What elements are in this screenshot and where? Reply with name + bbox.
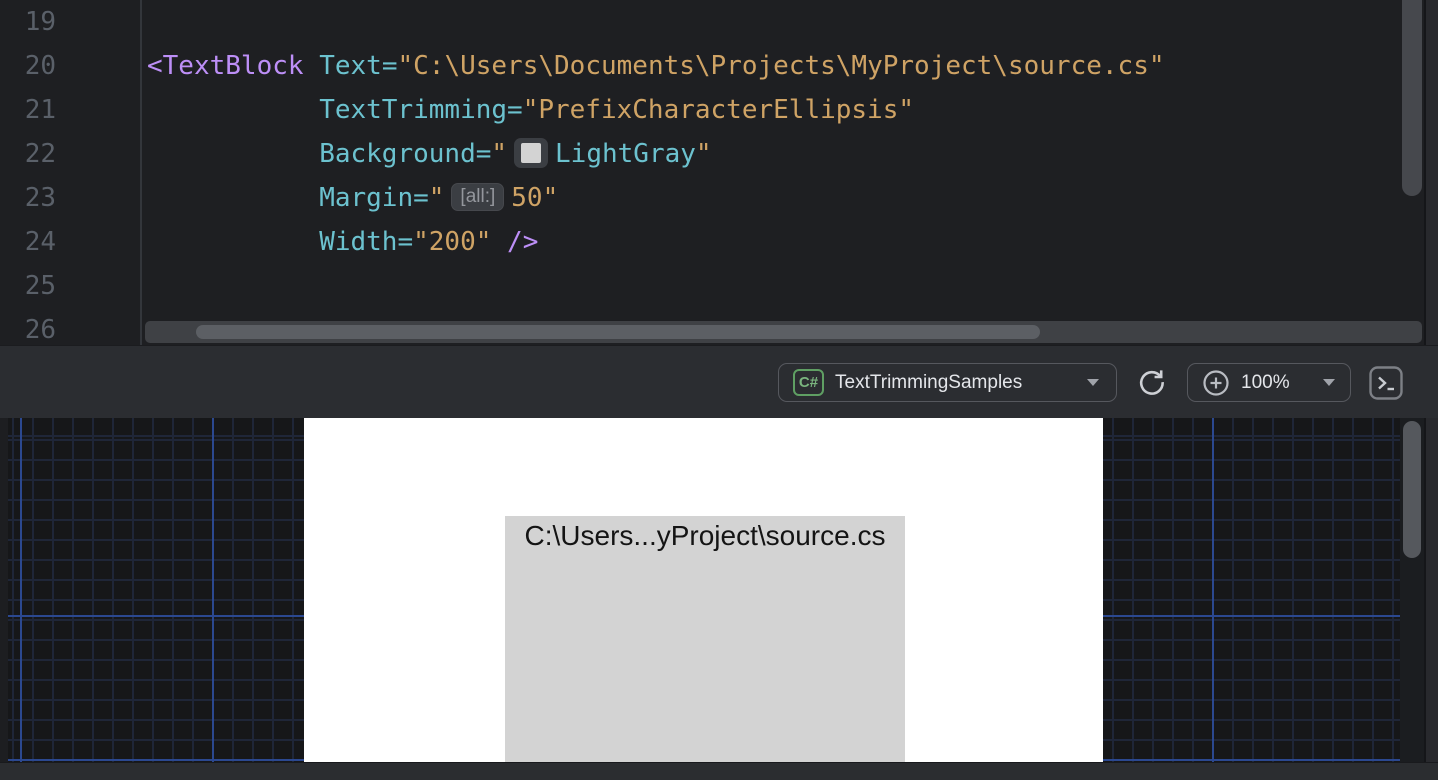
design-preview-area: C:\Users...yProject\source.cs <box>0 418 1438 762</box>
line-number[interactable]: 21 <box>0 88 56 132</box>
refresh-icon <box>1137 368 1167 398</box>
token-plain <box>491 227 507 257</box>
run-configuration-dropdown[interactable]: C# TextTrimmingSamples <box>778 363 1117 402</box>
code-text: TextTrimming="PrefixCharacterEllipsis" <box>147 88 914 132</box>
token-plain <box>147 139 319 169</box>
code-text: Width="200" /> <box>147 220 538 264</box>
line-number[interactable]: 26 <box>0 308 56 345</box>
token-tag: /> <box>507 227 538 257</box>
line-number[interactable]: 20 <box>0 44 56 88</box>
code-line[interactable]: 19 <box>0 0 1438 44</box>
refresh-preview-button[interactable] <box>1134 366 1170 400</box>
token-plain <box>147 227 319 257</box>
color-preview-swatch-icon[interactable] <box>514 138 548 168</box>
csharp-project-icon: C# <box>793 369 824 396</box>
terminal-icon <box>1369 366 1403 400</box>
chevron-down-icon <box>1322 378 1336 387</box>
token-tag: <TextBlock <box>147 51 304 81</box>
ide-window: 1920 <TextBlock Text="C:\Users\Documents\… <box>0 0 1438 780</box>
code-line[interactable]: 20 <TextBlock Text="C:\Users\Documents\Pr… <box>0 44 1438 88</box>
line-number[interactable]: 23 <box>0 176 56 220</box>
preview-toolbar: C# TextTrimmingSamples 100% <box>0 345 1438 418</box>
token-str: "PrefixCharacterEllipsis" <box>523 95 914 125</box>
line-number[interactable]: 22 <box>0 132 56 176</box>
chevron-down-icon <box>1086 378 1100 387</box>
token-plain <box>147 183 319 213</box>
code-text: Margin="[all:]50" <box>147 176 558 220</box>
inlay-hint: [all:] <box>451 183 504 211</box>
run-configuration-label: TextTrimmingSamples <box>835 372 1022 394</box>
token-str: " <box>429 183 445 213</box>
line-number[interactable]: 25 <box>0 264 56 308</box>
editor-horizontal-scrollbar-thumb[interactable] <box>196 325 1040 339</box>
zoom-level-dropdown[interactable]: 100% <box>1187 363 1351 402</box>
design-canvas: C:\Users...yProject\source.cs <box>304 418 1103 762</box>
terminal-button[interactable] <box>1369 366 1403 400</box>
code-line[interactable]: 22 Background="LightGray" <box>0 132 1438 176</box>
code-line[interactable]: 25 <box>0 264 1438 308</box>
token-attr: Margin= <box>319 183 429 213</box>
token-val: LightGray <box>555 139 696 169</box>
code-text: Background="LightGray" <box>147 132 712 176</box>
token-str: "200" <box>413 227 491 257</box>
token-attr: TextTrimming= <box>319 95 523 125</box>
token-str: " <box>491 139 507 169</box>
zoom-level-value: 100% <box>1241 372 1290 394</box>
editor-horizontal-scrollbar[interactable] <box>145 321 1422 343</box>
preview-right-edge-panel <box>1424 418 1438 762</box>
token-attr: Background= <box>319 139 491 169</box>
code-lines: 1920 <TextBlock Text="C:\Users\Documents\… <box>0 0 1438 345</box>
xaml-code-editor[interactable]: 1920 <TextBlock Text="C:\Users\Documents\… <box>0 0 1438 345</box>
token-plain <box>147 95 319 125</box>
rendered-textblock[interactable]: C:\Users...yProject\source.cs <box>505 516 905 762</box>
token-str: 50" <box>511 183 558 213</box>
line-number[interactable]: 24 <box>0 220 56 264</box>
token-plain <box>304 51 320 81</box>
preview-vertical-scrollbar-thumb[interactable] <box>1403 421 1421 558</box>
code-line[interactable]: 24 Width="200" /> <box>0 220 1438 264</box>
code-line[interactable]: 23 Margin="[all:]50" <box>0 176 1438 220</box>
code-line[interactable]: 21 TextTrimming="PrefixCharacterEllipsis… <box>0 88 1438 132</box>
preview-vertical-scrollbar[interactable] <box>1400 418 1424 762</box>
token-attr: Width= <box>319 227 413 257</box>
editor-right-edge-panel <box>1424 0 1438 345</box>
line-number[interactable]: 19 <box>0 0 56 44</box>
code-text: <TextBlock Text="C:\Users\Documents\Proj… <box>147 44 1165 88</box>
zoom-in-icon <box>1202 369 1230 397</box>
token-attr: Text= <box>319 51 397 81</box>
preview-left-edge <box>0 418 8 762</box>
editor-vertical-scrollbar-thumb[interactable] <box>1402 0 1422 196</box>
token-str: " <box>696 139 712 169</box>
bottom-status-bar <box>0 762 1438 780</box>
lightgray-color-square <box>521 143 541 163</box>
token-str: "C:\Users\Documents\Projects\MyProject\s… <box>397 51 1164 81</box>
